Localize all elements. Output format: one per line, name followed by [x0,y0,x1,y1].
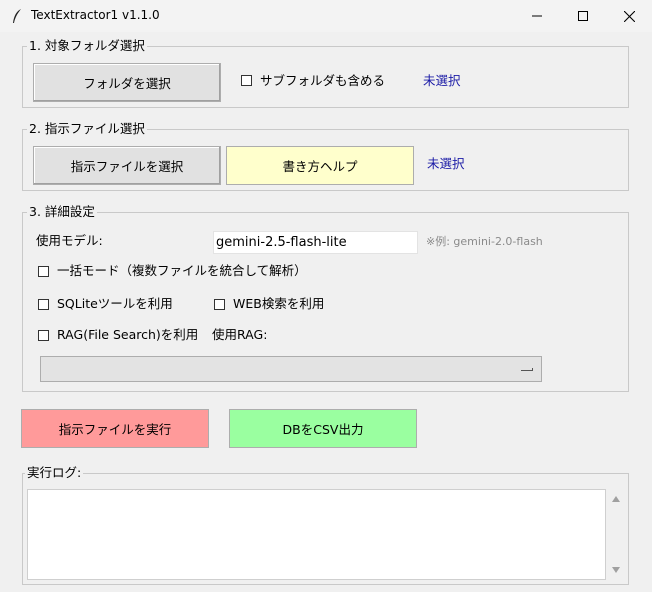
execution-log-label: 実行ログ: [25,465,84,481]
sqlite-tool-checkbox[interactable] [38,299,49,310]
close-icon [623,10,635,22]
export-db-csv-button[interactable]: DBをCSV出力 [229,409,417,448]
maximize-button[interactable] [560,0,606,32]
writing-help-button[interactable]: 書き方ヘルプ [226,146,414,185]
include-subfolders-checkbox[interactable] [241,75,252,86]
minimize-icon [532,15,542,17]
minimize-button[interactable] [514,0,560,32]
log-scrollbar[interactable] [607,489,625,580]
select-folder-button[interactable]: フォルダを選択 [33,63,221,102]
include-subfolders-label: サブフォルダも含める [260,73,386,88]
maximize-icon [578,11,588,21]
sqlite-tool-label: SQLiteツールを利用 [57,296,173,311]
rag-checkbox[interactable] [38,330,49,341]
rag-label: RAG(File Search)を利用 [57,327,199,342]
target-folder-group-label: 1. 対象フォルダ選択 [27,38,147,54]
model-label: 使用モデル: [36,233,103,248]
batch-mode-checkbox[interactable] [38,266,49,277]
run-instruction-file-button[interactable]: 指示ファイルを実行 [21,409,209,448]
batch-mode-label: 一括モード（複数ファイルを統合して解析） [57,263,307,278]
instruction-file-status-text: 未選択 [427,156,465,171]
web-search-checkbox[interactable] [214,299,225,310]
window-title: TextExtractor1 v1.1.0 [31,8,160,22]
dropdown-arrow-icon [521,368,533,371]
scroll-down-icon[interactable] [612,567,620,573]
rag-select-dropdown[interactable] [40,356,542,382]
feather-icon [13,9,21,23]
folder-status-text: 未選択 [423,73,461,88]
model-input[interactable]: gemini-2.5-flash-lite [213,231,418,254]
close-button[interactable] [606,0,652,32]
rag-select-label: 使用RAG: [212,327,268,342]
select-instruction-file-button[interactable]: 指示ファイルを選択 [33,146,221,185]
advanced-settings-group-label: 3. 詳細設定 [27,204,97,220]
web-search-label: WEB検索を利用 [233,296,325,311]
execution-log-textarea[interactable] [27,489,606,580]
model-hint-text: ※例: gemini-2.0-flash [426,235,543,248]
scroll-up-icon[interactable] [612,496,620,502]
title-bar: TextExtractor1 v1.1.0 [0,0,652,32]
instruction-file-group-label: 2. 指示ファイル選択 [27,121,147,137]
